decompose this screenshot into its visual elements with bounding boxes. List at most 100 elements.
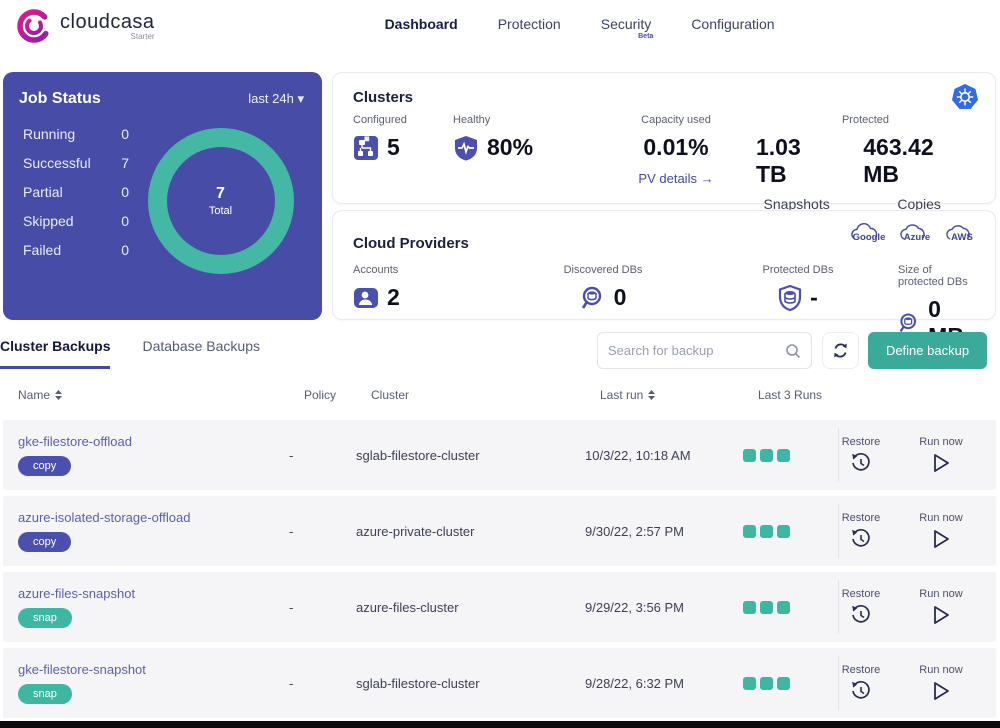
restore-history-icon bbox=[850, 680, 872, 702]
table-row: gke-filestore-offload copy - sglab-files… bbox=[3, 420, 996, 490]
column-name[interactable]: Name bbox=[18, 388, 304, 402]
tab-database-backups[interactable]: Database Backups bbox=[142, 338, 260, 369]
nav-item-dashboard[interactable]: Dashboard bbox=[385, 16, 458, 32]
actions-divider bbox=[838, 580, 839, 634]
run-status-square[interactable] bbox=[760, 677, 773, 690]
last-3-runs-indicator[interactable] bbox=[743, 601, 821, 614]
cloud-account-icon bbox=[353, 285, 379, 311]
job-status-row: Running 0 bbox=[23, 126, 137, 142]
db-search-icon bbox=[580, 285, 606, 311]
cloudcasa-logo-icon bbox=[16, 8, 52, 44]
beta-badge: Beta bbox=[638, 33, 653, 40]
column-last-3-runs: Last 3 Runs bbox=[758, 388, 836, 402]
nav-item-security[interactable]: Security Beta bbox=[601, 16, 652, 32]
pv-details-link[interactable]: PV details → bbox=[638, 171, 713, 186]
backup-type-badge: copy bbox=[18, 456, 71, 476]
job-range-dropdown[interactable]: last 24h ▾ bbox=[248, 91, 304, 107]
run-status-square[interactable] bbox=[743, 449, 756, 462]
run-status-square[interactable] bbox=[760, 525, 773, 538]
last-run-cell: 9/29/22, 3:56 PM bbox=[585, 600, 743, 615]
last-run-cell: 10/3/22, 10:18 AM bbox=[585, 448, 743, 463]
backup-tabs: Cluster Backups Database Backups bbox=[0, 338, 260, 369]
tab-cluster-backups[interactable]: Cluster Backups bbox=[0, 338, 110, 369]
backup-name-link[interactable]: azure-isolated-storage-offload bbox=[18, 510, 190, 525]
azure-cloud-icon: Azure bbox=[899, 223, 935, 247]
restore-history-icon bbox=[850, 528, 872, 550]
backup-name-link[interactable]: azure-files-snapshot bbox=[18, 586, 135, 601]
play-icon bbox=[931, 452, 951, 474]
health-shield-icon bbox=[453, 135, 479, 161]
job-status-row: Skipped 0 bbox=[23, 213, 137, 229]
run-status-square[interactable] bbox=[743, 525, 756, 538]
table-row: azure-isolated-storage-offload copy - az… bbox=[3, 496, 996, 566]
refresh-button[interactable] bbox=[822, 332, 859, 369]
refresh-icon bbox=[832, 342, 849, 359]
chevron-down-icon: ▾ bbox=[297, 91, 304, 106]
column-cluster: Cluster bbox=[371, 388, 600, 402]
main-nav: Dashboard Protection Security Beta Confi… bbox=[385, 8, 775, 32]
cluster-cell: sglab-filestore-cluster bbox=[356, 676, 585, 691]
nav-item-protection[interactable]: Protection bbox=[498, 16, 561, 32]
metric-configured: Configured 5 bbox=[353, 114, 453, 212]
job-status-list: Running 0 Successful 7 Partial 0 Skipped… bbox=[19, 126, 137, 274]
run-status-square[interactable] bbox=[743, 677, 756, 690]
run-now-button[interactable]: Run now bbox=[901, 588, 981, 626]
aws-cloud-icon: AWS bbox=[945, 223, 979, 247]
job-status-row: Partial 0 bbox=[23, 184, 137, 200]
run-status-square[interactable] bbox=[760, 601, 773, 614]
cluster-cell: azure-private-cluster bbox=[356, 524, 585, 539]
backup-type-badge: snap bbox=[18, 608, 72, 628]
run-status-square[interactable] bbox=[777, 677, 790, 690]
policy-cell: - bbox=[289, 448, 356, 463]
restore-button[interactable]: Restore bbox=[821, 664, 901, 702]
backup-name-link[interactable]: gke-filestore-snapshot bbox=[18, 662, 146, 677]
google-cloud-icon: Google bbox=[849, 223, 889, 247]
sort-icon bbox=[55, 390, 62, 400]
backup-search[interactable] bbox=[597, 332, 812, 369]
run-status-square[interactable] bbox=[743, 601, 756, 614]
kubernetes-icon[interactable] bbox=[951, 83, 979, 116]
backup-name-link[interactable]: gke-filestore-offload bbox=[18, 434, 132, 449]
column-policy: Policy bbox=[304, 388, 371, 402]
bottom-window-edge bbox=[0, 721, 1000, 728]
cloud-providers-card: Cloud Providers Google Azure AWS Account… bbox=[332, 210, 996, 320]
nav-item-configuration[interactable]: Configuration bbox=[691, 16, 774, 32]
restore-button[interactable]: Restore bbox=[821, 436, 901, 474]
policy-cell: - bbox=[289, 524, 356, 539]
run-status-square[interactable] bbox=[777, 525, 790, 538]
job-status-row: Failed 0 bbox=[23, 242, 137, 258]
cluster-icon bbox=[353, 135, 379, 161]
actions-divider bbox=[838, 504, 839, 558]
backup-type-badge: snap bbox=[18, 684, 72, 704]
metric-healthy: Healthy 80% bbox=[453, 114, 596, 212]
table-header: Name Policy Cluster Last run Last 3 Runs bbox=[18, 388, 996, 402]
db-shield-icon bbox=[778, 285, 802, 311]
run-now-button[interactable]: Run now bbox=[901, 512, 981, 550]
last-run-cell: 9/30/22, 2:57 PM bbox=[585, 524, 743, 539]
restore-history-icon bbox=[850, 604, 872, 626]
last-3-runs-indicator[interactable] bbox=[743, 677, 821, 690]
restore-button[interactable]: Restore bbox=[821, 512, 901, 550]
run-now-button[interactable]: Run now bbox=[901, 436, 981, 474]
metric-capacity: Capacity used 0.01% PV details → bbox=[596, 114, 756, 212]
search-input[interactable] bbox=[608, 343, 785, 358]
job-status-donut-chart: 7 Total bbox=[148, 128, 294, 274]
run-status-square[interactable] bbox=[777, 449, 790, 462]
play-icon bbox=[931, 604, 951, 626]
brand-logo[interactable]: cloudcasa Starter bbox=[0, 8, 155, 44]
backup-type-badge: copy bbox=[18, 532, 71, 552]
clusters-title: Clusters bbox=[353, 89, 975, 106]
play-icon bbox=[931, 528, 951, 550]
restore-button[interactable]: Restore bbox=[821, 588, 901, 626]
last-3-runs-indicator[interactable] bbox=[743, 525, 821, 538]
define-backup-button[interactable]: Define backup bbox=[868, 332, 987, 369]
donut-total-label: Total bbox=[209, 205, 232, 217]
run-status-square[interactable] bbox=[760, 449, 773, 462]
policy-cell: - bbox=[289, 600, 356, 615]
last-3-runs-indicator[interactable] bbox=[743, 449, 821, 462]
backup-table: gke-filestore-offload copy - sglab-files… bbox=[3, 420, 996, 724]
run-status-square[interactable] bbox=[777, 601, 790, 614]
brand-name: cloudcasa bbox=[60, 11, 155, 34]
column-last-run[interactable]: Last run bbox=[600, 388, 758, 402]
run-now-button[interactable]: Run now bbox=[901, 664, 981, 702]
